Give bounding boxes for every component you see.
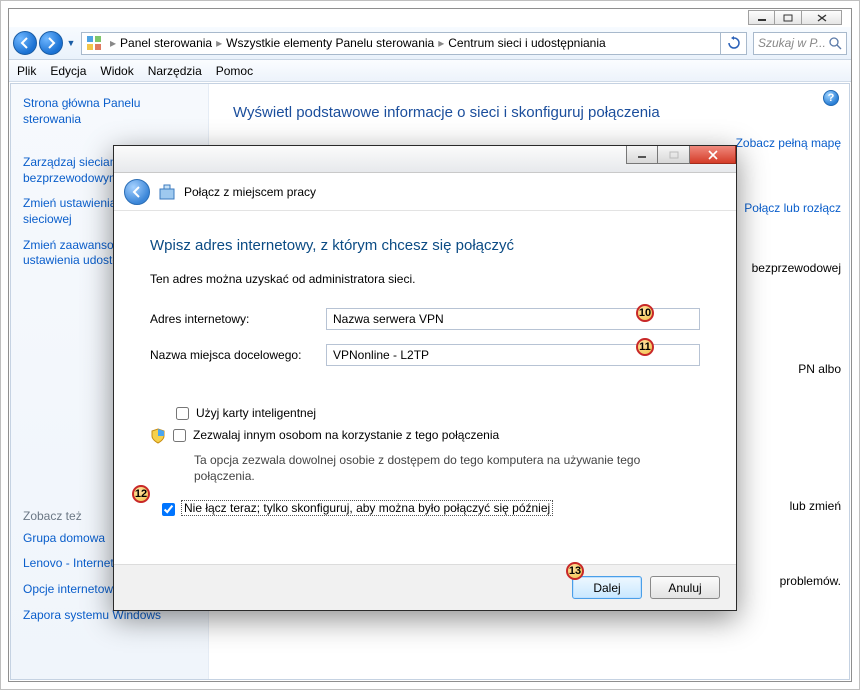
menu-bar: Plik Edycja Widok Narzędzia Pomoc	[9, 60, 851, 82]
callout-13: 13	[566, 562, 584, 580]
internet-address-value: Nazwa serwera VPN	[333, 312, 444, 326]
dialog-footer: Dalej Anuluj	[114, 564, 736, 610]
bg-link-connect[interactable]: Połącz lub rozłącz	[744, 201, 841, 215]
address-bar: ▼ ▸ Panel sterowania ▸ Wszystkie element…	[9, 27, 851, 60]
workplace-icon	[158, 183, 176, 201]
bg-text-problems: problemów.	[780, 574, 841, 588]
nav-forward-button[interactable]	[39, 31, 63, 55]
allow-others-hint: Ta opcja zezwala dowolnej osobie z dostę…	[194, 452, 674, 484]
breadcrumb-item[interactable]: Panel sterowania	[120, 36, 212, 50]
cancel-button[interactable]: Anuluj	[650, 576, 720, 599]
dialog-header-title: Połącz z miejscem pracy	[184, 185, 316, 199]
arrow-left-icon	[130, 185, 144, 199]
dialog-maximize-button	[658, 146, 690, 164]
destination-name-value: VPNonline - L2TP	[333, 348, 429, 362]
uac-shield-icon	[150, 428, 166, 444]
refresh-icon	[727, 36, 741, 50]
nav-history-dropdown[interactable]: ▼	[65, 34, 77, 52]
search-icon	[829, 37, 842, 50]
callout-10: 10	[636, 304, 654, 322]
chevron-right-icon: ▸	[110, 36, 116, 50]
menu-help[interactable]: Pomoc	[216, 64, 253, 78]
chevron-right-icon: ▸	[216, 36, 222, 50]
menu-view[interactable]: Widok	[100, 64, 133, 78]
allow-others-checkbox[interactable]	[173, 429, 186, 442]
dont-connect-now-checkbox[interactable]	[162, 503, 175, 516]
breadcrumb[interactable]: ▸ Panel sterowania ▸ Wszystkie elementy …	[81, 32, 721, 55]
dialog-back-button[interactable]	[124, 179, 150, 205]
minimize-icon	[757, 14, 767, 22]
control-panel-icon	[86, 35, 102, 51]
maximize-icon	[669, 151, 679, 159]
smartcard-checkbox[interactable]	[176, 407, 189, 420]
maximize-button[interactable]	[775, 10, 802, 25]
chevron-right-icon: ▸	[438, 36, 444, 50]
minimize-icon	[637, 151, 647, 159]
destination-name-label: Nazwa miejsca docelowego:	[150, 348, 326, 362]
breadcrumb-item[interactable]: Centrum sieci i udostępniania	[448, 36, 605, 50]
dialog-close-button[interactable]	[690, 146, 736, 164]
window-controls	[748, 10, 842, 25]
menu-edit[interactable]: Edycja	[50, 64, 86, 78]
dialog-header: Połącz z miejscem pracy	[114, 173, 736, 211]
menu-file[interactable]: Plik	[17, 64, 36, 78]
bg-text-change: lub zmień	[790, 499, 841, 513]
bg-text-vpn: PN albo	[798, 362, 841, 376]
internet-address-label: Adres internetowy:	[150, 312, 326, 326]
help-icon[interactable]: ?	[823, 90, 839, 106]
dialog-titlebar[interactable]	[114, 146, 736, 173]
maximize-icon	[783, 14, 793, 22]
bg-text-wireless: bezprzewodowej	[752, 261, 841, 275]
dialog-minimize-button[interactable]	[626, 146, 658, 164]
next-button[interactable]: Dalej	[572, 576, 642, 599]
callout-11: 11	[636, 338, 654, 356]
connect-workplace-dialog: Połącz z miejscem pracy Wpisz adres inte…	[113, 145, 737, 611]
bg-link-map[interactable]: Zobacz pełną mapę	[736, 136, 841, 150]
sidebar-link-home[interactable]: Strona główna Panelu sterowania	[23, 96, 196, 127]
breadcrumb-item[interactable]: Wszystkie elementy Panelu sterowania	[226, 36, 434, 50]
close-icon	[707, 150, 719, 160]
page-title: Wyświetl podstawowe informacje o sieci i…	[233, 104, 825, 121]
minimize-button[interactable]	[748, 10, 775, 25]
nav-back-button[interactable]	[13, 31, 37, 55]
search-placeholder: Szukaj w P...	[758, 36, 826, 50]
close-button[interactable]	[802, 10, 842, 25]
smartcard-label: Użyj karty inteligentnej	[196, 406, 316, 420]
menu-tools[interactable]: Narzędzia	[148, 64, 202, 78]
dialog-body: Wpisz adres internetowy, z którym chcesz…	[114, 211, 736, 564]
dialog-subtitle: Ten adres można uzyskać od administrator…	[150, 272, 700, 286]
search-input[interactable]: Szukaj w P...	[753, 32, 847, 55]
dont-connect-now-label: Nie łącz teraz; tylko skonfiguruj, aby m…	[181, 500, 553, 516]
close-icon	[817, 14, 827, 22]
refresh-button[interactable]	[721, 32, 747, 55]
arrow-right-icon	[45, 37, 57, 49]
allow-others-label: Zezwalaj innym osobom na korzystanie z t…	[193, 428, 499, 442]
callout-12: 12	[132, 485, 150, 503]
arrow-left-icon	[19, 37, 31, 49]
dialog-heading: Wpisz adres internetowy, z którym chcesz…	[150, 237, 700, 254]
